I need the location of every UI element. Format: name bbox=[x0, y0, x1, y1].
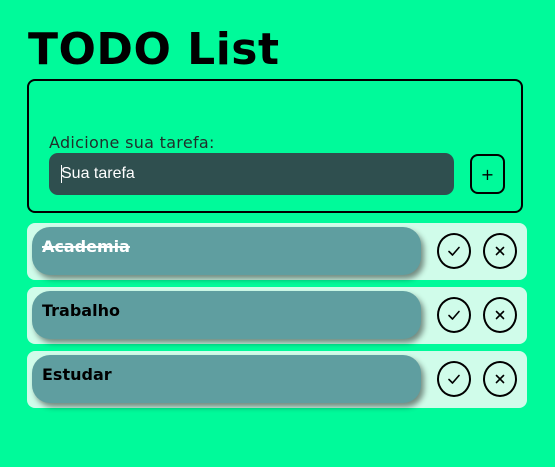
todo-label: Estudar bbox=[32, 355, 421, 403]
complete-task-button[interactable] bbox=[437, 361, 471, 397]
todo-item: Trabalho bbox=[27, 287, 527, 344]
todo-item: Estudar bbox=[27, 351, 527, 408]
todo-label: Trabalho bbox=[32, 291, 421, 339]
check-icon bbox=[448, 374, 460, 384]
close-icon bbox=[495, 246, 505, 256]
task-input-label: Adicione sua tarefa: bbox=[49, 133, 215, 152]
text-caret bbox=[61, 165, 62, 183]
todo-item: Academia bbox=[27, 223, 527, 280]
task-input[interactable] bbox=[49, 153, 454, 195]
todo-label: Academia bbox=[32, 227, 421, 275]
check-icon bbox=[448, 310, 460, 320]
complete-task-button[interactable] bbox=[437, 297, 471, 333]
complete-task-button[interactable] bbox=[437, 233, 471, 269]
check-icon bbox=[448, 246, 460, 256]
add-task-button[interactable]: + bbox=[470, 154, 505, 194]
page-title: TODO List bbox=[28, 24, 280, 75]
remove-task-button[interactable] bbox=[483, 297, 517, 333]
remove-task-button[interactable] bbox=[483, 361, 517, 397]
close-icon bbox=[495, 310, 505, 320]
add-task-form: Adicione sua tarefa: + bbox=[27, 79, 523, 213]
close-icon bbox=[495, 374, 505, 384]
remove-task-button[interactable] bbox=[483, 233, 517, 269]
